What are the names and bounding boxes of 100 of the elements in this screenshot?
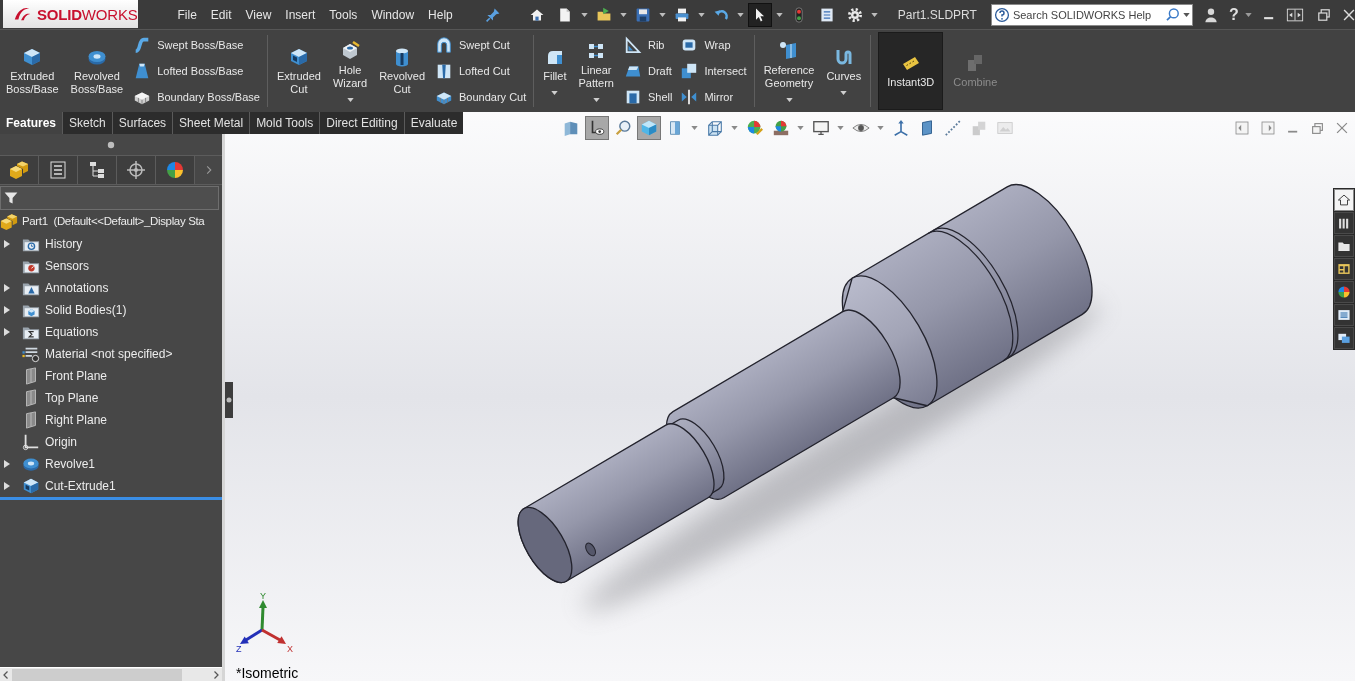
ribbon-button[interactable]: Hole Wizard [330,30,370,112]
home-icon[interactable] [1334,189,1354,211]
menu-item[interactable]: Insert [285,5,316,24]
cube-icon[interactable] [637,116,661,140]
ribbon-button[interactable]: Lofted Boss/Base [133,61,260,81]
ribbon-button[interactable]: Reference Geometry [761,30,817,112]
menu-item[interactable]: Help [428,5,453,24]
caret-icon[interactable] [580,12,588,17]
ribbon-button[interactable]: Linear Pattern [576,30,616,112]
chevron-right-icon[interactable] [211,669,221,680]
ribbon-button[interactable]: Extruded Boss/Base [4,30,61,112]
pointer-icon[interactable] [747,2,772,27]
panel-left-icon[interactable] [1234,120,1250,136]
ribbon-button[interactable]: Swept Cut [435,35,527,55]
ribbon-button[interactable]: Lofted Cut [435,61,527,81]
caret-icon[interactable] [658,12,666,17]
scrollbar-thumb[interactable] [12,668,182,681]
expand-arrow-icon[interactable] [4,306,10,314]
expand-arrow-icon[interactable] [4,482,10,490]
ribbon-button[interactable]: Boundary Boss/Base [133,87,260,107]
ribbon-button[interactable]: Revolved Boss/Base [68,30,126,112]
help-button[interactable]: ? [1228,6,1239,23]
tree-item[interactable]: Material <not specified> [45,345,173,363]
caret-icon[interactable] [877,126,884,130]
caret-icon[interactable] [870,12,878,17]
caret-icon[interactable] [592,97,600,102]
panel-tab[interactable] [0,156,39,184]
tree-item[interactable]: Part1 (Default<<Default>_Display Sta [22,213,205,231]
menu-item[interactable]: Window [371,5,415,24]
command-tab[interactable]: Sheet Metal [172,112,250,134]
command-tab[interactable]: Mold Tools [249,112,320,134]
restore-icon[interactable] [1310,120,1325,136]
ribbon-button[interactable]: Instant3D [878,32,944,110]
command-tab[interactable]: Sketch [62,112,112,134]
menu-item[interactable]: File [177,5,197,24]
windows-icon[interactable] [1334,327,1354,349]
panel-tab[interactable] [78,156,117,184]
tree-item[interactable]: Equations [45,323,99,341]
caret-icon[interactable] [840,91,848,95]
command-tab[interactable]: Evaluate [403,112,464,134]
splitter-handle[interactable] [225,382,233,418]
panel-tab[interactable] [39,156,78,184]
ribbon-button[interactable]: Rib [623,35,673,55]
command-tab[interactable]: Surfaces [111,112,173,134]
ribbon-button[interactable]: Boundary Cut [435,87,527,107]
bars-icon[interactable] [1334,212,1354,234]
expand-arrow-icon[interactable] [4,240,10,248]
tree-item[interactable]: Origin [45,433,77,451]
caret-icon[interactable] [797,126,804,130]
command-tab[interactable]: Features [0,112,63,134]
tree-item[interactable]: Top Plane [45,389,99,407]
horizontal-scrollbar[interactable] [0,667,222,681]
tree-item[interactable]: Solid Bodies(1) [45,301,127,319]
folder-icon[interactable] [1334,235,1354,257]
expand-arrow-icon[interactable] [4,460,10,468]
tree-item[interactable]: Front Plane [45,367,108,385]
tree-item[interactable]: Right Plane [45,411,108,429]
ribbon-button[interactable]: Fillet [541,30,569,112]
layout-icon[interactable] [1334,258,1354,280]
panel-tab[interactable] [117,156,156,184]
ribbon-button[interactable]: Curves [824,30,864,112]
ribbon-button[interactable]: Draft [623,61,673,81]
command-tab[interactable]: Direct Editing [319,112,404,134]
caret-icon[interactable] [1244,12,1252,17]
panel-tab[interactable] [156,156,195,184]
close-icon[interactable] [1341,7,1355,22]
caret-icon[interactable] [731,126,738,130]
caret-icon[interactable] [346,97,354,102]
color-wheel-icon[interactable] [1334,281,1354,303]
tree-item[interactable]: Sensors [45,257,90,275]
search-field[interactable]: Search SOLIDWORKS Help [990,3,1193,26]
tree-item[interactable]: Revolve1 [45,455,96,473]
chevron-left-icon[interactable] [1,669,11,680]
menu-item[interactable]: Edit [210,5,232,24]
tree-item[interactable]: History [45,235,83,253]
tree-item[interactable]: Annotations [45,279,109,297]
ribbon-button[interactable]: Wrap [680,35,747,55]
expand-arrow-icon[interactable] [4,328,10,336]
caret-icon[interactable] [1182,12,1190,17]
menu-item[interactable]: Tools [329,5,358,24]
ribbon-button[interactable]: Revolved Cut [377,30,427,112]
ribbon-button[interactable]: Shell [623,87,673,107]
grip-dot-icon[interactable] [107,140,115,149]
caret-icon[interactable] [697,12,705,17]
caret-icon[interactable] [551,91,559,95]
ribbon-button[interactable]: Extruded Cut [274,30,323,112]
expand-arrow-icon[interactable] [4,284,10,292]
tree-item[interactable]: Cut-Extrude1 [45,477,116,495]
caret-icon[interactable] [837,126,844,130]
restore-icon[interactable] [1315,6,1332,23]
caret-icon[interactable] [775,12,783,17]
caret-icon[interactable] [736,12,744,17]
menu-item[interactable]: View [245,5,272,24]
pin-icon[interactable] [484,6,501,23]
caret-icon[interactable] [619,12,627,17]
ribbon-button[interactable]: Swept Boss/Base [133,35,260,55]
search-icon[interactable] [1164,6,1181,23]
caret-icon[interactable] [785,97,793,102]
panel-right-icon[interactable] [1260,120,1276,136]
list-icon[interactable] [1334,304,1354,326]
